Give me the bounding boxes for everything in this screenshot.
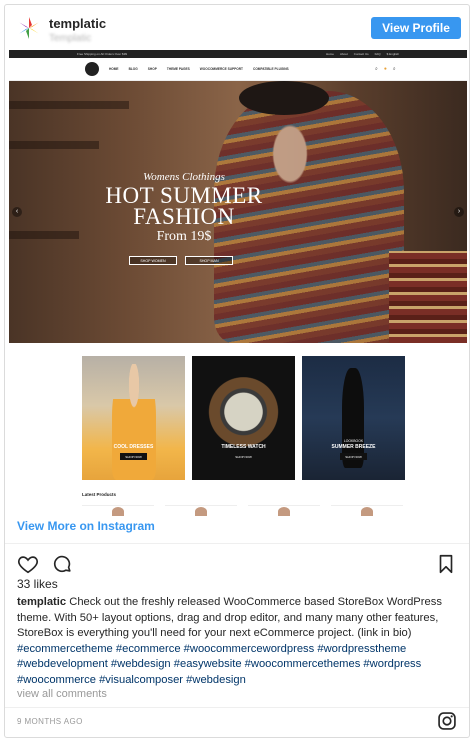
hero-next-arrow-icon: › — [454, 207, 464, 217]
topbar-notice: Free Shipping on All Orders Over $99 — [77, 52, 128, 56]
tile-title: COOL DRESSES — [113, 444, 154, 450]
topbar-language: $ English — [386, 52, 399, 56]
heart-icon[interactable] — [17, 553, 39, 575]
hashtag[interactable]: #easywebsite — [174, 658, 242, 670]
tile-model-figure — [112, 364, 156, 480]
post-image[interactable]: Free Shipping on All Orders Over $99 Hom… — [9, 50, 467, 535]
site-search-icon: ⌕ — [375, 66, 378, 72]
post-timestamp[interactable]: 9 MONTHS AGO — [17, 717, 83, 726]
promo-tile: COOL DRESSES SHOP NOW — [82, 356, 185, 480]
hashtag[interactable]: #woocommercethemes — [245, 658, 361, 670]
caption-username[interactable]: templatic — [17, 596, 66, 608]
site-search-icon-2: ⌕ — [392, 66, 396, 72]
nav-item-woocommerce-support: WOOCOMMERCE SUPPORT — [199, 67, 244, 71]
topbar-link-contact: Contact Us — [353, 52, 369, 56]
latest-products-row — [82, 505, 403, 516]
hashtag[interactable]: #woocommerce — [17, 674, 96, 686]
product-thumb — [165, 505, 237, 516]
account-subtitle: Templatic — [49, 33, 92, 44]
product-thumb — [82, 505, 154, 516]
hero-banner: Womens Clothings HOT SUMMER FASHION From… — [9, 81, 467, 343]
promo-tile: LOOKBOOK SUMMER BREEZE SHOP NOW — [302, 356, 405, 480]
tile-title: TIMELESS WATCH — [221, 444, 266, 450]
tile-title: SUMMER BREEZE — [331, 444, 376, 450]
post-caption: templatic Check out the freshly released… — [17, 595, 461, 689]
bookmark-icon[interactable] — [435, 553, 457, 575]
topbar-link-home: Home — [325, 52, 334, 56]
hashtag[interactable]: #wordpress — [363, 658, 421, 670]
topbar-link-about: About — [339, 52, 348, 56]
instagram-icon[interactable] — [437, 711, 457, 731]
site-nav: HOME BLOG SHOP THEME PAGES WOOCOMMERCE S… — [9, 58, 467, 81]
view-more-link[interactable]: View More on Instagram — [17, 519, 155, 533]
tile-shop-button: SHOP NOW — [120, 453, 147, 460]
tile-kicker: LOOKBOOK — [343, 439, 364, 443]
hero-title: HOT SUMMER FASHION — [105, 183, 263, 229]
nav-item-home: HOME — [109, 67, 119, 71]
hashtag[interactable]: #webdesign — [186, 674, 246, 686]
latest-products-heading: Latest Products — [82, 492, 117, 497]
topbar-link-faq: FAQ — [374, 52, 381, 56]
hashtag[interactable]: #wordpresstheme — [317, 643, 406, 655]
view-all-comments-link[interactable]: view all comments — [17, 688, 107, 700]
site-topbar: Free Shipping on All Orders Over $99 Hom… — [9, 50, 467, 58]
hashtag[interactable]: #ecommerce — [116, 643, 181, 655]
hero-rug — [389, 251, 467, 343]
tile-shop-button: SHOP NOW — [230, 453, 257, 460]
hashtag[interactable]: #ecommercetheme — [17, 643, 113, 655]
divider — [5, 543, 469, 544]
hashtag[interactable]: #webdevelopment — [17, 658, 108, 670]
shop-man-button: SHOP MAN — [185, 256, 233, 265]
wood-plank — [9, 141, 99, 149]
shop-women-button: SHOP WOMEN — [129, 256, 177, 265]
site-cart-icon: ● — [383, 66, 387, 72]
nav-item-shop: SHOP — [147, 67, 157, 71]
hashtag[interactable]: #webdesign — [111, 658, 171, 670]
post-header: templatic Templatic View Profile — [5, 5, 469, 49]
instagram-embed-card: templatic Templatic View Profile Free Sh… — [4, 4, 470, 738]
divider — [5, 707, 469, 708]
action-bar — [17, 553, 73, 575]
nav-item-compatible-plugins: COMPATIBLE PLUGINS — [253, 67, 289, 71]
hero-kicker: Womens Clothings — [143, 171, 225, 183]
caption-text: Check out the freshly released WooCommer… — [17, 596, 442, 640]
comment-icon[interactable] — [51, 553, 73, 575]
promo-tiles: COOL DRESSES SHOP NOW TIMELESS WATCH SHO… — [82, 356, 405, 480]
tile-shop-button: SHOP NOW — [340, 453, 367, 460]
nav-item-blog: BLOG — [128, 67, 138, 71]
hero-hat — [239, 81, 329, 115]
hero-text: Womens Clothings HOT SUMMER FASHION From… — [69, 171, 299, 245]
view-profile-button[interactable]: View Profile — [371, 17, 461, 39]
like-count[interactable]: 33 likes — [17, 577, 58, 591]
hashtag[interactable]: #woocommercewordpress — [184, 643, 315, 655]
hashtag[interactable]: #visualcomposer — [99, 674, 183, 686]
wood-plank — [9, 101, 129, 109]
product-thumb — [331, 505, 403, 516]
nav-item-theme-pages: THEME PAGES — [166, 67, 190, 71]
promo-tile: TIMELESS WATCH SHOP NOW — [192, 356, 295, 480]
hero-prev-arrow-icon: ‹ — [12, 207, 22, 217]
site-logo-icon — [85, 62, 99, 76]
product-thumb — [248, 505, 320, 516]
account-name[interactable]: templatic — [49, 16, 106, 31]
templatic-logo-icon[interactable] — [17, 16, 41, 40]
hero-price: From 19$ — [156, 229, 212, 244]
